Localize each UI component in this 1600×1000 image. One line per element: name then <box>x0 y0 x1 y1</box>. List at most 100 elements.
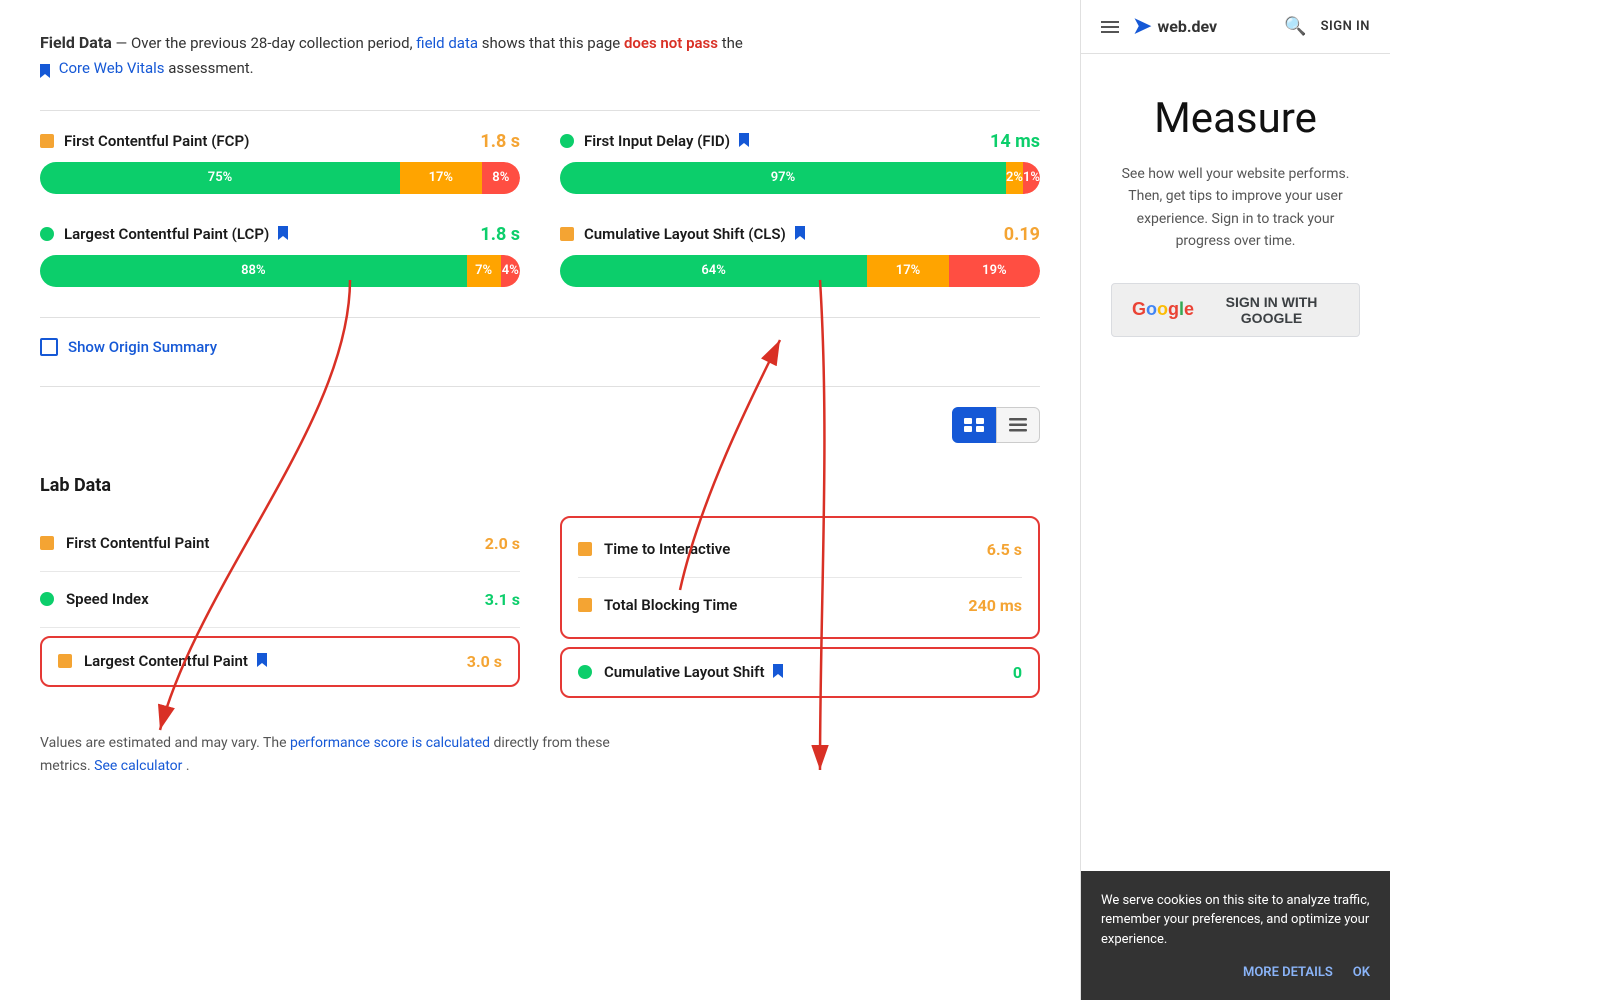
measure-panel: Measure See how well your website perfor… <box>1081 54 1390 871</box>
measure-title: Measure <box>1111 94 1360 143</box>
lab-cls-bookmark-icon <box>773 664 783 682</box>
lcp-bar-good: 88% <box>40 255 467 287</box>
lab-item-si: Speed Index 3.1 s <box>40 572 520 628</box>
fid-value: 14 ms <box>990 131 1040 152</box>
lab-lcp-value: 3.0 s <box>467 652 502 671</box>
lab-tti-value: 6.5 s <box>987 540 1022 559</box>
lab-fcp-icon <box>40 536 54 550</box>
lcp-bar: 88% 7% 4% <box>40 255 520 287</box>
fcp-bar: 75% 17% 8% <box>40 162 520 194</box>
hamburger-menu[interactable] <box>1101 21 1119 33</box>
webdev-nav: ➤ web.dev 🔍 SIGN IN <box>1081 0 1390 54</box>
cls-bar-good: 64% <box>560 255 867 287</box>
field-metrics-grid: First Contentful Paint (FCP) 1.8 s 75% 1… <box>40 131 1040 287</box>
sidebar: ➤ web.dev 🔍 SIGN IN Measure See how well… <box>1080 0 1390 1000</box>
footer-note: Values are estimated and may vary. The p… <box>40 732 1040 780</box>
lcp-bar-poor: 4% <box>501 255 520 287</box>
lcp-name: Largest Contentful Paint (LCP) <box>64 225 480 244</box>
lab-column-right: Time to Interactive 6.5 s Total Blocking… <box>560 516 1040 702</box>
lab-lcp-icon <box>58 654 72 668</box>
lab-item-tti: Time to Interactive 6.5 s <box>578 522 1022 578</box>
webdev-arrow-icon: ➤ <box>1133 14 1151 39</box>
field-data-header: Field Data — Over the previous 28-day co… <box>40 30 1040 80</box>
webdev-brand-text: web.dev <box>1157 17 1217 36</box>
sign-in-button[interactable]: SIGN IN <box>1321 19 1370 34</box>
lab-tbt-name: Total Blocking Time <box>604 596 968 614</box>
cls-name: Cumulative Layout Shift (CLS) <box>584 225 1004 244</box>
lab-fcp-name: First Contentful Paint <box>66 534 485 552</box>
cls-bar-poor: 19% <box>949 255 1040 287</box>
metric-lcp: Largest Contentful Paint (LCP) 1.8 s 88%… <box>40 224 520 287</box>
lab-data-section: Lab Data First Contentful Paint 2.0 s <box>40 407 1040 702</box>
lab-si-value: 3.1 s <box>485 590 520 609</box>
cls-icon <box>560 227 574 241</box>
fid-name: First Input Delay (FID) <box>584 132 990 151</box>
cls-bookmark-icon <box>795 226 805 244</box>
fcp-bar-good: 75% <box>40 162 400 194</box>
google-signin-button[interactable]: Google SIGN IN WITH GOOGLE <box>1111 283 1360 337</box>
fcp-value: 1.8 s <box>480 131 520 152</box>
does-not-pass-link[interactable]: does not pass <box>624 34 718 52</box>
footer-text4: . <box>186 758 190 774</box>
footer-text2: directly from these <box>494 735 610 751</box>
fid-bookmark-icon <box>739 133 749 151</box>
cookie-text: We serve cookies on this site to analyze… <box>1101 891 1370 950</box>
cookie-more-details-link[interactable]: MORE DETAILS <box>1243 965 1333 980</box>
fcp-icon <box>40 134 54 148</box>
lab-item-cls-boxed: Cumulative Layout Shift 0 <box>560 647 1040 698</box>
webdev-logo: ➤ web.dev <box>1133 14 1217 39</box>
fcp-bar-poor: 8% <box>482 162 520 194</box>
cookie-banner: We serve cookies on this site to analyze… <box>1081 871 1390 1000</box>
lab-cls-value: 0 <box>1013 663 1022 682</box>
fid-bar-poor: 1% <box>1023 162 1040 194</box>
core-web-vitals-link[interactable]: Core Web Vitals <box>59 59 165 77</box>
field-data-link[interactable]: field data <box>416 34 478 52</box>
origin-summary-row: Show Origin Summary <box>40 338 1040 356</box>
measure-description: See how well your website performs. Then… <box>1111 163 1360 253</box>
lab-lcp-bookmark-icon <box>257 653 267 671</box>
assessment-end: assessment. <box>168 59 253 77</box>
metric-fcp: First Contentful Paint (FCP) 1.8 s 75% 1… <box>40 131 520 194</box>
cookie-ok-button[interactable]: OK <box>1353 965 1370 980</box>
field-data-label: Field Data <box>40 33 112 52</box>
description-end: the <box>722 34 743 52</box>
cookie-actions: MORE DETAILS OK <box>1101 965 1370 980</box>
lab-item-tbt: Total Blocking Time 240 ms <box>578 578 1022 633</box>
fid-bar: 97% 2% 1% <box>560 162 1040 194</box>
toggle-grid-btn[interactable] <box>952 407 996 443</box>
origin-summary-checkbox[interactable] <box>40 338 58 356</box>
origin-summary-label[interactable]: Show Origin Summary <box>68 338 217 356</box>
fid-bar-good: 97% <box>560 162 1006 194</box>
lcp-value: 1.8 s <box>480 224 520 245</box>
lab-si-icon <box>40 592 54 606</box>
lcp-bar-needs: 7% <box>467 255 501 287</box>
calculator-link[interactable]: See calculator <box>94 758 182 774</box>
cls-bar: 64% 17% 19% <box>560 255 1040 287</box>
view-toggle-group <box>952 407 1040 443</box>
lab-cls-icon <box>578 665 592 679</box>
fid-bar-needs: 2% <box>1006 162 1023 194</box>
google-logo: Google <box>1132 299 1194 320</box>
lab-item-fcp: First Contentful Paint 2.0 s <box>40 516 520 572</box>
google-signin-label: SIGN IN WITH GOOGLE <box>1204 294 1339 326</box>
metric-fid: First Input Delay (FID) 14 ms 97% 2% 1% <box>560 131 1040 194</box>
metric-cls: Cumulative Layout Shift (CLS) 0.19 64% 1… <box>560 224 1040 287</box>
cls-bar-needs: 17% <box>867 255 949 287</box>
lab-cls-name: Cumulative Layout Shift <box>604 663 1013 682</box>
lab-tti-name: Time to Interactive <box>604 540 987 558</box>
lab-tbt-value: 240 ms <box>968 596 1022 615</box>
lab-data-grid: First Contentful Paint 2.0 s Speed Index… <box>40 516 1040 702</box>
lab-lcp-name: Largest Contentful Paint <box>84 652 467 671</box>
cls-value: 0.19 <box>1004 224 1040 245</box>
lab-column-left: First Contentful Paint 2.0 s Speed Index… <box>40 516 520 702</box>
perf-score-link[interactable]: performance score is calculated <box>290 735 490 751</box>
footer-text1: Values are estimated and may vary. The <box>40 735 290 751</box>
toggle-list-btn[interactable] <box>996 407 1040 443</box>
footer-text3: metrics. <box>40 758 94 774</box>
lab-item-lcp-boxed: Largest Contentful Paint 3.0 s <box>40 636 520 687</box>
lab-data-title: Lab Data <box>40 475 1040 496</box>
lab-tti-icon <box>578 542 592 556</box>
search-icon[interactable]: 🔍 <box>1284 16 1306 37</box>
description-mid: shows that this page <box>482 34 624 52</box>
fcp-name: First Contentful Paint (FCP) <box>64 132 480 150</box>
